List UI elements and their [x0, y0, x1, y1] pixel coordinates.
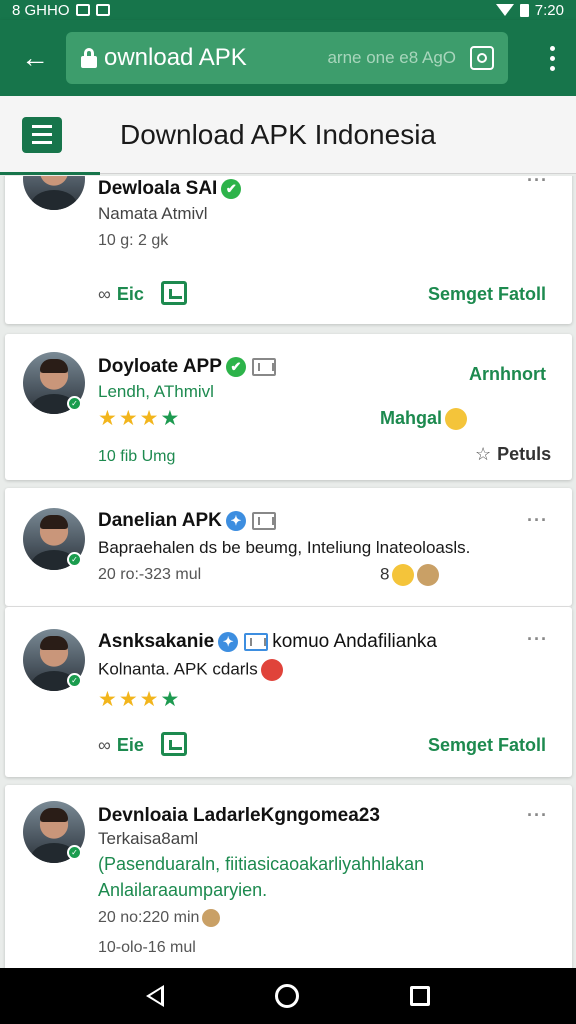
status-left-text: 8 GHHO — [12, 1, 70, 19]
avatar[interactable] — [23, 176, 85, 210]
post-author[interactable]: Devnloaia LadarleKgngomea23 — [98, 805, 380, 827]
verified-badge-icon: ✔ — [225, 356, 246, 377]
rating-stars: ★★★★ — [98, 407, 182, 430]
action-right[interactable]: ☆ Petuls — [475, 444, 551, 465]
action-left[interactable]: ∞ Eic — [98, 284, 144, 305]
action-left[interactable]: ∞ Eie — [98, 735, 144, 756]
media-icon — [251, 357, 276, 376]
emoji-icon — [202, 909, 221, 927]
post-time: 20 ro:-323 mul — [98, 566, 202, 583]
more-options-icon[interactable]: ··· — [527, 510, 548, 531]
hamburger-menu-icon[interactable] — [22, 116, 62, 153]
post-time: 10 g: 2 gk — [98, 232, 169, 249]
rating-stars: ★★★★ — [98, 688, 182, 711]
status-time: 7:20 — [534, 1, 564, 19]
rating-label[interactable]: Mahgal — [380, 408, 468, 431]
camera-icon[interactable] — [470, 46, 494, 70]
post-body: (Pasenduaraln, fiitiasicaoakarliyahhlaka… — [98, 854, 425, 900]
verified-badge-icon: ✦ — [225, 510, 246, 531]
emoji-icon — [445, 408, 468, 431]
share-box-icon[interactable] — [161, 732, 187, 756]
battery-icon — [519, 3, 529, 17]
post-time-secondary: 10-olo-16 mul — [98, 939, 196, 956]
online-badge-icon: ✓ — [67, 673, 82, 688]
wifi-icon — [495, 4, 514, 16]
back-arrow-icon[interactable]: ← — [14, 37, 56, 79]
nav-home-icon[interactable] — [274, 984, 299, 1008]
post-feed[interactable]: Dewloala SAI ✔ Namata Atmivl 10 g: 2 gk ·… — [0, 176, 576, 968]
reaction-icon-label: 8 — [380, 564, 390, 584]
nav-back-icon[interactable] — [145, 985, 164, 1007]
online-badge-icon: ✓ — [67, 396, 82, 411]
action-right-link[interactable]: Semget Fatoll — [428, 284, 546, 305]
url-hint: arne one e8 AgO — [327, 48, 456, 67]
nav-recents-icon[interactable] — [410, 986, 431, 1006]
post-card[interactable]: ✓ Devnloaia LadarleKgngomea23 ··· Terkai… — [5, 785, 572, 968]
more-options-icon[interactable]: ··· — [527, 176, 548, 191]
emoji-icon — [260, 659, 283, 681]
post-card[interactable]: ✓ Asnksakanie ✦ komuo Andafilianka ··· Kol… — [5, 607, 572, 777]
more-options-icon[interactable]: ··· — [527, 629, 548, 650]
link-icon: ∞ — [98, 735, 111, 755]
verified-badge-icon: ✦ — [218, 631, 239, 652]
post-author[interactable]: Asnksakanie ✦ komuo Andafilianka — [98, 631, 437, 653]
status-bar: 8 GHHO 7:20 — [0, 0, 576, 20]
online-badge-icon: ✓ — [67, 845, 82, 860]
share-box-icon[interactable] — [161, 281, 187, 305]
post-body: Bapraehalen ds be beumg, Inteliung lnate… — [98, 538, 471, 557]
page-header: Download APK Indonesia — [0, 96, 576, 175]
online-badge-icon: ✓ — [67, 552, 82, 567]
media-icon — [251, 511, 276, 530]
browser-toolbar: ← ownload APK arne one e8 AgO — [0, 20, 576, 96]
url-text: ownload APK — [104, 44, 247, 71]
post-subtitle: Namata Atmivl — [98, 204, 208, 223]
url-bar[interactable]: ownload APK arne one e8 AgO — [66, 32, 508, 84]
post-time: 20 no:220 min — [98, 909, 221, 927]
post-subtitle: Terkaisa8aml — [98, 829, 199, 848]
verified-badge-icon: ✔ — [221, 178, 242, 199]
page-title: Download APK Indonesia — [120, 118, 436, 150]
emoji-icon — [417, 564, 440, 586]
post-card[interactable]: ✓ Danelian APK ✦ ··· Bapraehalen ds be be… — [5, 488, 572, 606]
action-right-link[interactable]: Semget Fatoll — [428, 735, 546, 756]
post-subtitle: Lendh, AThmivl — [98, 382, 214, 401]
link-icon: ∞ — [98, 284, 111, 304]
post-right-label[interactable]: Arnhnort — [469, 364, 546, 385]
post-author[interactable]: Doyloate APP ✔ — [98, 356, 276, 378]
notification-icon-2 — [95, 4, 110, 16]
emoji-icon — [392, 564, 415, 586]
post-card[interactable]: Dewloala SAI ✔ Namata Atmivl 10 g: 2 gk ·… — [5, 176, 572, 324]
post-reactions: 8 — [380, 564, 440, 586]
post-author[interactable]: Dewloala SAI ✔ — [98, 178, 242, 200]
notification-icon — [75, 4, 90, 16]
post-time: 10 fib Umg — [98, 448, 176, 465]
lock-icon — [80, 48, 98, 68]
star-outline-icon: ☆ — [475, 444, 492, 464]
system-nav-bar — [0, 968, 576, 1024]
overflow-menu-icon[interactable] — [542, 37, 562, 79]
post-author[interactable]: Danelian APK ✦ — [98, 510, 276, 532]
post-card[interactable]: ✓ Doyloate APP ✔ Arnhnort Lendh, AThmivl … — [5, 334, 572, 480]
more-options-icon[interactable]: ··· — [527, 805, 548, 826]
post-body: Kolnanta. APK cdarls — [98, 659, 283, 681]
media-icon — [244, 632, 269, 651]
